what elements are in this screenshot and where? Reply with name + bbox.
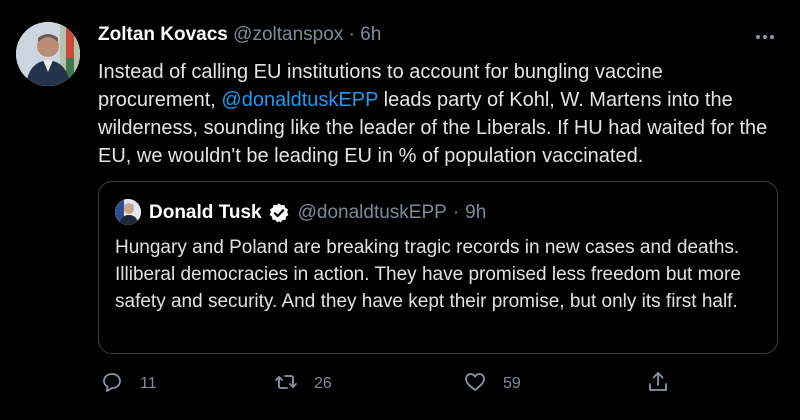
like-button[interactable]: 59 [463,370,521,398]
quoted-text: Hungary and Poland are breaking tragic r… [115,237,741,312]
tweet-header: Zoltan Kovacs @zoltanspox · 6h [98,24,381,46]
tweet-card: Zoltan Kovacs @zoltanspox · 6h Instead o… [0,0,800,420]
reply-button[interactable]: 11 [100,370,157,398]
tweet-timestamp[interactable]: 6h [360,24,381,45]
reply-icon [100,370,124,399]
action-bar: 11 26 59 [0,370,800,400]
quoted-timestamp[interactable]: 9h [465,202,486,224]
quoted-meta-separator: · [452,202,460,223]
quoted-author-avatar[interactable] [115,199,141,225]
quoted-tweet[interactable]: Donald Tusk @donaldtuskEPP · 9h Hungary … [98,181,778,354]
share-icon [646,370,670,399]
like-count: 59 [503,375,521,392]
share-button[interactable] [646,370,670,398]
more-icon[interactable] [752,24,778,50]
retweet-button[interactable]: 26 [274,370,332,398]
author-name[interactable]: Zoltan Kovacs [98,24,228,45]
reply-count: 11 [140,375,157,392]
author-handle[interactable]: @zoltanspox [233,24,343,45]
quoted-handle[interactable]: @donaldtuskEPP [298,202,447,224]
author-avatar[interactable] [16,22,80,86]
quoted-header: Donald Tusk @donaldtuskEPP · 9h [149,202,486,224]
meta-separator: · [348,24,355,45]
verified-badge-icon [268,202,290,224]
mention-link[interactable]: @donaldtuskEPP [221,89,378,111]
retweet-icon [274,370,298,399]
quoted-author-name[interactable]: Donald Tusk [149,202,262,224]
retweet-count: 26 [314,375,332,392]
like-icon [463,370,487,399]
tweet-text: Instead of calling EU institutions to ac… [98,58,768,170]
